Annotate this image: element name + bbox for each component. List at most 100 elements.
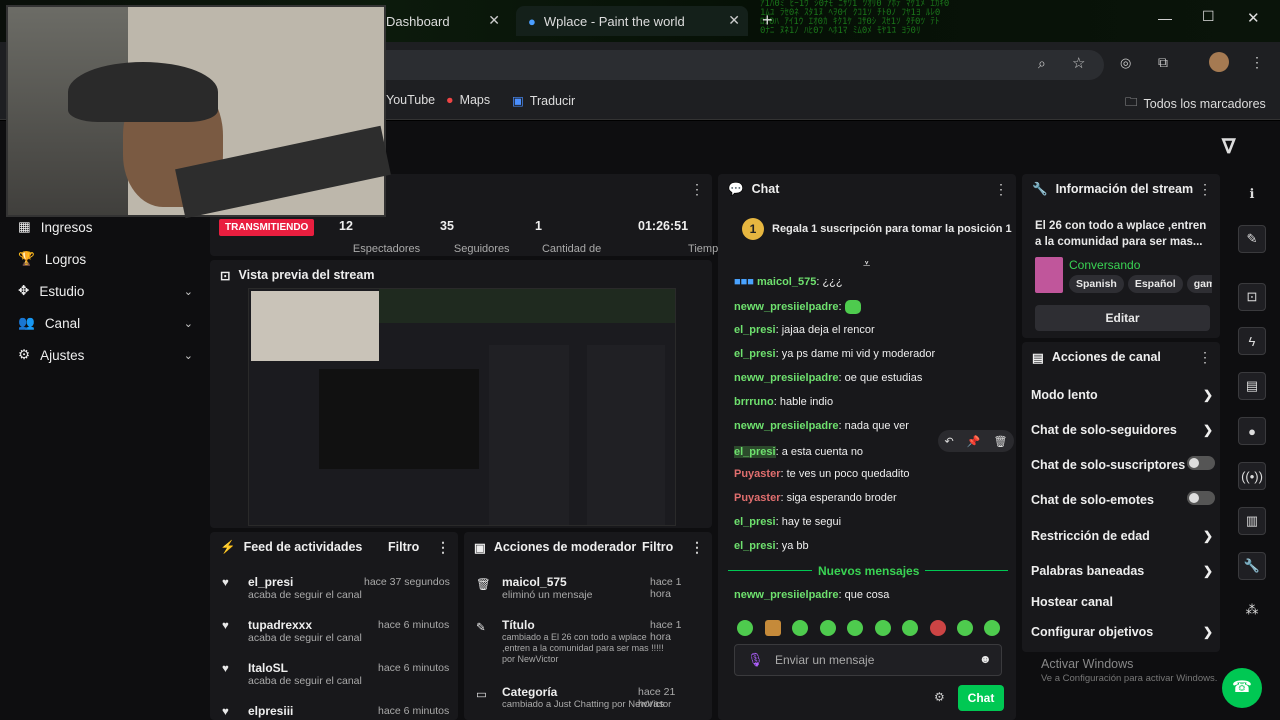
bookmark-youtube[interactable]: YouTube xyxy=(386,93,435,107)
sidebar-item-ajustes[interactable]: ⚙ Ajustes ⌄ xyxy=(18,347,193,363)
tag[interactable]: Spanish xyxy=(1069,275,1124,293)
chat-user[interactable]: neww_presiielpadre xyxy=(734,372,839,384)
more-icon[interactable]: ⋮ xyxy=(436,539,450,556)
close-window-icon[interactable]: ✕ xyxy=(1247,9,1260,27)
emoji-icon[interactable]: ☻ xyxy=(979,652,992,666)
emote-icon[interactable] xyxy=(984,620,1000,636)
sidebar-item-ingresos[interactable]: ▦ Ingresos xyxy=(18,219,193,235)
filter-button[interactable]: Filtro xyxy=(642,540,673,554)
more-icon[interactable]: ⋮ xyxy=(690,181,704,198)
action-goals[interactable]: Configurar objetivos ❯ xyxy=(1031,625,1213,639)
broadcast-icon[interactable]: ((•)) xyxy=(1238,462,1266,490)
chat-bubble-icon[interactable]: ● xyxy=(1238,417,1266,445)
filter-button[interactable]: Filtro xyxy=(388,540,419,554)
emote-icon[interactable] xyxy=(820,620,836,636)
chat-user[interactable]: Puyaster xyxy=(734,468,780,480)
chevron-right-icon: ❯ xyxy=(1203,625,1214,639)
action-banned-words[interactable]: Palabras baneadas ❯ xyxy=(1031,564,1213,578)
chat-user[interactable]: el_presi xyxy=(734,446,776,458)
chat-settings-icon[interactable]: ⚙ xyxy=(934,690,945,704)
chat-user[interactable]: maicol_575 xyxy=(757,276,816,288)
new-tab-icon[interactable]: + xyxy=(762,10,773,31)
sidebar-item-canal[interactable]: 👥 Canal ⌄ xyxy=(18,315,193,331)
chat-user[interactable]: neww_presiielpadre xyxy=(734,589,839,601)
wrench-icon[interactable]: 🔧 xyxy=(1238,552,1266,580)
close-icon[interactable]: ✕ xyxy=(728,12,740,29)
chat-user[interactable]: el_presi xyxy=(734,516,776,528)
tag[interactable]: gami xyxy=(1186,275,1212,293)
mic-icon[interactable]: 🎙 xyxy=(747,652,764,668)
emote-icon[interactable] xyxy=(847,620,863,636)
edit-icon[interactable]: ✎ xyxy=(1238,225,1266,253)
emote-icon[interactable] xyxy=(875,620,891,636)
subs-only-toggle[interactable] xyxy=(1187,456,1215,470)
more-icon[interactable]: ⋮ xyxy=(1198,349,1212,366)
action-followers-only[interactable]: Chat de solo-seguidores ❯ xyxy=(1031,423,1213,437)
chat-user[interactable]: neww_presiielpadre xyxy=(734,301,839,313)
action-age-restriction[interactable]: Restricción de edad ❯ xyxy=(1031,529,1213,543)
support-button[interactable]: ☎ xyxy=(1222,668,1262,708)
chat-message: neww_presiielpadre: xyxy=(734,300,861,314)
collapse-icon[interactable]: ⩡ xyxy=(863,256,870,272)
category-name[interactable]: Conversando xyxy=(1069,258,1140,272)
emote-icon[interactable] xyxy=(792,620,808,636)
send-chat-button[interactable]: Chat xyxy=(958,685,1004,711)
chat-user[interactable]: Puyaster xyxy=(734,492,780,504)
more-icon[interactable]: ⋮ xyxy=(690,539,704,556)
pin-icon[interactable]: 📌 xyxy=(967,435,981,448)
tag[interactable]: Español xyxy=(1127,275,1183,293)
panel-title: Información del stream xyxy=(1055,182,1194,196)
menu-icon[interactable]: ⋮ xyxy=(1250,54,1264,71)
reply-icon[interactable]: ↶ xyxy=(945,435,954,448)
extension-icon[interactable]: ◎ xyxy=(1120,55,1131,71)
more-icon[interactable]: ⋮ xyxy=(994,181,1008,198)
shield-icon: ▣ xyxy=(474,540,486,555)
clip-icon[interactable]: ⊡ xyxy=(1238,283,1266,311)
emote-icon[interactable] xyxy=(902,620,918,636)
title-icon: ✎ xyxy=(476,622,486,634)
bolt-icon[interactable]: ϟ xyxy=(1238,327,1266,355)
action-slow-mode[interactable]: Modo lento ❯ xyxy=(1031,388,1213,402)
gift-sub-banner[interactable]: Regala 1 suscripción para tomar la posic… xyxy=(772,223,1012,235)
emote-icon[interactable] xyxy=(737,620,753,636)
minimize-icon[interactable]: — xyxy=(1158,10,1172,26)
zoom-icon[interactable]: ⌕ xyxy=(1038,55,1046,72)
stream-preview-video[interactable] xyxy=(248,288,676,526)
info-icon[interactable]: ℹ xyxy=(1238,180,1266,208)
chat-text: hay te segui xyxy=(778,516,842,528)
emote-icon[interactable] xyxy=(957,620,973,636)
document-icon[interactable]: ▤ xyxy=(1238,372,1266,400)
action-host-channel[interactable]: Hostear canal xyxy=(1031,595,1113,609)
chat-input[interactable]: 🎙 Enviar un mensaje ☻ xyxy=(734,644,1002,676)
emote-icon[interactable] xyxy=(930,620,946,636)
url-field[interactable]: ⌕ ☆ xyxy=(386,50,1104,80)
maximize-icon[interactable]: ☐ xyxy=(1202,8,1215,25)
live-status-badge: TRANSMITIENDO xyxy=(219,219,315,236)
emote-icon[interactable] xyxy=(765,620,781,636)
close-icon[interactable]: ✕ xyxy=(488,12,500,29)
chat-text: ya ps dame mi vid y moderador xyxy=(778,348,936,360)
bookmark-maps[interactable]: ● Maps xyxy=(446,93,490,107)
tab-dashboard[interactable]: Dashboard ✕ xyxy=(386,6,508,36)
more-icon[interactable]: ⋮ xyxy=(1198,181,1212,198)
chat-user[interactable]: neww_presiielpadre xyxy=(734,420,839,432)
edit-button[interactable]: Editar xyxy=(1035,305,1210,331)
sidebar-item-logros[interactable]: 🏆 Logros xyxy=(18,251,193,267)
chat-user[interactable]: el_presi xyxy=(734,540,776,552)
star-icon[interactable]: ☆ xyxy=(1072,54,1085,72)
avatar[interactable] xyxy=(1209,52,1229,72)
activity-time: hace 6 minutos xyxy=(378,619,450,631)
mod-title: Título xyxy=(502,618,535,632)
sidebar-item-estudio[interactable]: ✥ Estudio ⌄ xyxy=(18,283,193,299)
layout-icon[interactable]: ▥ xyxy=(1238,507,1266,535)
share-icon[interactable]: ⁂ xyxy=(1238,596,1266,624)
emotes-only-toggle[interactable] xyxy=(1187,491,1215,505)
chat-user[interactable]: el_presi xyxy=(734,348,776,360)
bookmark-translate[interactable]: ▣ Traducir xyxy=(512,93,575,109)
tab-wplace[interactable]: ● Wplace - Paint the world ✕ xyxy=(516,6,748,36)
bookmark-all[interactable]: 🗀 Todos los marcadores xyxy=(1125,93,1266,114)
chat-user[interactable]: brrruno xyxy=(734,396,774,408)
chat-user[interactable]: el_presi xyxy=(734,324,776,336)
delete-icon[interactable]: 🗑 xyxy=(994,435,1008,448)
puzzle-icon[interactable]: ⧉ xyxy=(1158,54,1168,71)
